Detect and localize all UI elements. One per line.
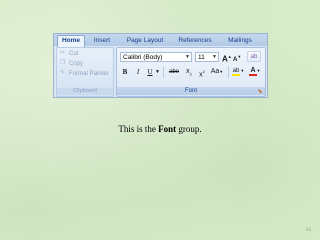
slide-caption: This is the Font group. — [0, 124, 320, 134]
italic-icon: I — [136, 68, 140, 76]
tab-home[interactable]: Home — [57, 35, 85, 47]
clear-formatting-icon: ab — [250, 54, 258, 60]
bold-button[interactable]: B — [121, 67, 129, 77]
dialog-launcher-icon[interactable]: ⬊ — [257, 89, 263, 95]
tab-page-layout[interactable]: Page Layout — [124, 36, 166, 46]
underline-dropdown[interactable]: ▼ — [155, 67, 160, 77]
font-group: Calibri (Body) ▼ 11 ▼ A▲ A▼ ab B I U ▼ a… — [116, 47, 266, 97]
font-size-select[interactable]: 11 ▼ — [195, 52, 219, 62]
clipboard-group-label: Clipboard — [57, 88, 113, 95]
underline-icon: U — [147, 68, 153, 76]
toolbar-divider — [228, 66, 229, 78]
chevron-down-icon: ▼ — [185, 54, 190, 60]
format-painter-icon: ✎ — [60, 70, 66, 77]
clipboard-group: ✂ Cut ❐ Copy ✎ Format Painter Clipboard — [56, 47, 114, 97]
ribbon-tab-row: Home Insert Page Layout References Maili… — [54, 34, 267, 47]
copy-label: Copy — [69, 61, 84, 67]
tab-mailings[interactable]: Mailings — [224, 36, 256, 46]
tab-references[interactable]: References — [176, 36, 214, 46]
font-name-value: Calibri (Body) — [123, 54, 163, 61]
scissors-icon: ✂ — [60, 50, 66, 57]
cut-label: Cut — [69, 51, 79, 57]
font-color-button[interactable]: A▼ — [248, 66, 262, 78]
underline-button[interactable]: U — [146, 67, 154, 77]
strikethrough-icon: abe — [168, 69, 179, 75]
strikethrough-button[interactable]: abe — [167, 67, 181, 77]
format-painter-label: Format Painter — [69, 71, 109, 77]
copy-icon: ❐ — [60, 60, 66, 67]
chevron-down-icon: ▼ — [212, 54, 217, 60]
bold-icon: B — [122, 68, 128, 76]
change-case-button[interactable]: Aa▼ — [210, 67, 224, 77]
copy-button[interactable]: ❐ Copy — [60, 60, 83, 68]
format-painter-button[interactable]: ✎ Format Painter — [60, 70, 109, 78]
font-name-select[interactable]: Calibri (Body) ▼ — [120, 52, 192, 62]
change-case-icon: Aa — [210, 68, 220, 75]
clear-formatting-button[interactable]: ab — [247, 51, 261, 62]
italic-button[interactable]: I — [134, 67, 142, 77]
ribbon-screenshot: Home Insert Page Layout References Maili… — [53, 33, 268, 98]
cut-button[interactable]: ✂ Cut — [60, 50, 78, 58]
highlight-button[interactable]: ab▼ — [231, 66, 245, 78]
caption-bold-word: Font — [158, 124, 177, 134]
grow-font-button[interactable]: A▲ — [222, 52, 232, 64]
font-group-label: Font — [117, 87, 265, 95]
shrink-font-button[interactable]: A▼ — [233, 52, 241, 63]
caption-prefix: This is the — [118, 124, 159, 134]
font-size-value: 11 — [198, 54, 205, 61]
superscript-button[interactable]: x2 — [197, 67, 207, 78]
toolbar-divider — [163, 66, 164, 78]
slide-number: 63 — [306, 228, 311, 233]
font-color-icon: A — [249, 67, 257, 76]
tab-insert[interactable]: Insert — [90, 36, 114, 46]
subscript-button[interactable]: x2 — [184, 67, 194, 77]
caption-suffix: group. — [176, 124, 202, 134]
